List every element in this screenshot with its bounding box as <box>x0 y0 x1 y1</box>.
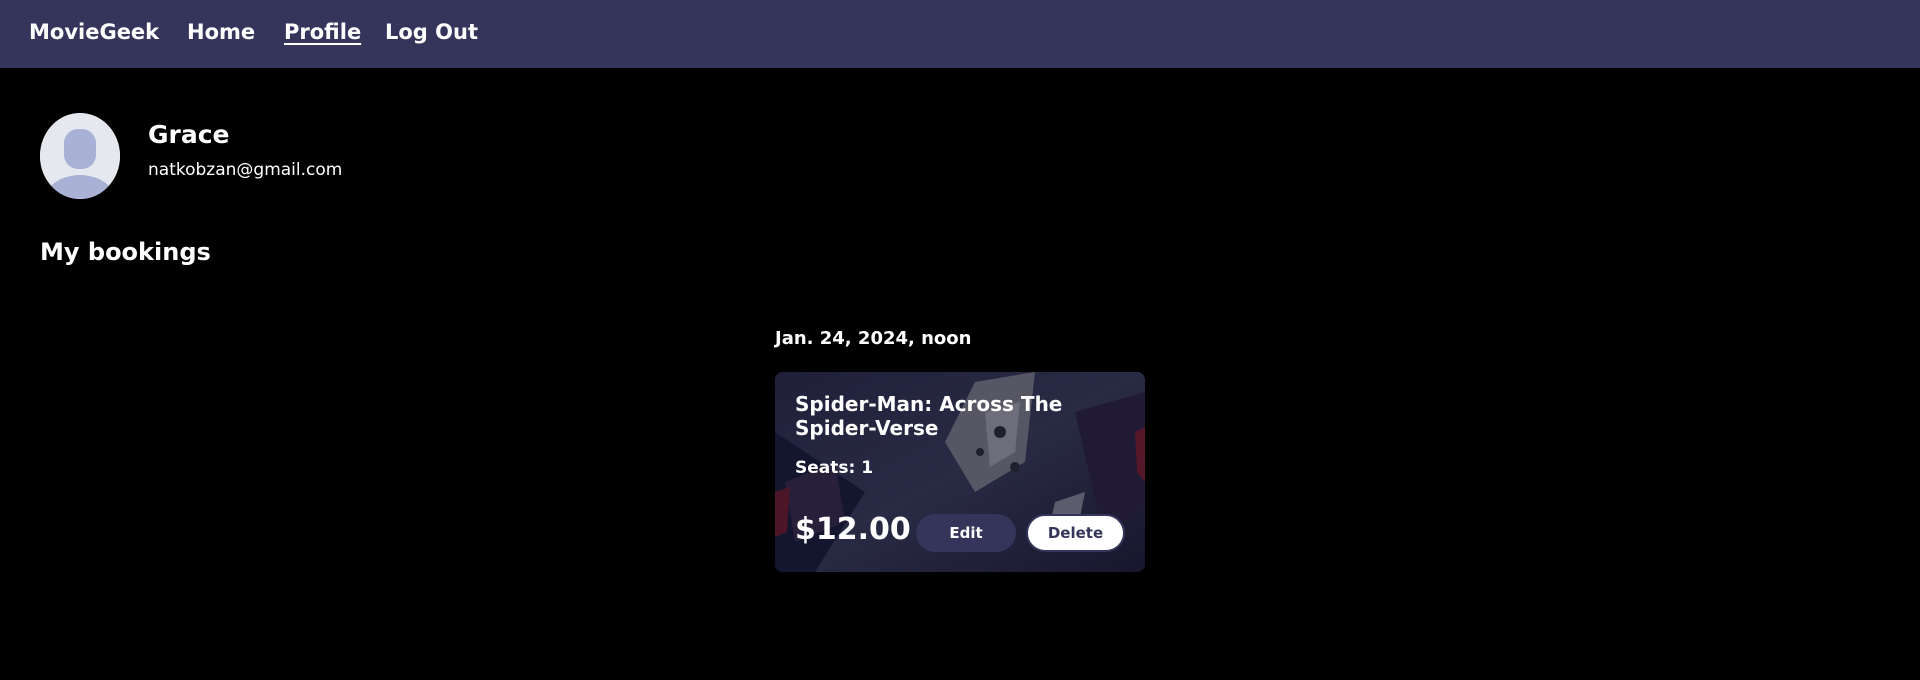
brand-link[interactable]: MovieGeek <box>29 20 159 44</box>
nav-link-log-out[interactable]: Log Out <box>385 20 478 44</box>
nav-link-profile[interactable]: Profile <box>284 20 361 44</box>
edit-booking-button[interactable]: Edit <box>916 514 1016 552</box>
navbar: MovieGeek Home Profile Log Out <box>0 0 1920 68</box>
booking-price: $12.00 <box>795 512 911 547</box>
booking-date: Jan. 24, 2024, noon <box>775 328 972 349</box>
delete-booking-button[interactable]: Delete <box>1026 514 1125 552</box>
profile-name: Grace <box>148 120 230 149</box>
avatar <box>40 113 120 199</box>
user-silhouette-icon <box>40 113 120 199</box>
profile-email: natkobzan@gmail.com <box>148 160 343 180</box>
nav-link-home[interactable]: Home <box>187 20 255 44</box>
booking-card: Spider-Man: Across The Spider-Verse Seat… <box>775 372 1145 572</box>
seats-label: Seats: <box>795 458 856 478</box>
seats-count: 1 <box>861 458 874 478</box>
seats-info: Seats: 1 <box>795 458 873 478</box>
bookings-heading: My bookings <box>40 238 211 266</box>
movie-title: Spider-Man: Across The Spider-Verse <box>795 392 1063 440</box>
